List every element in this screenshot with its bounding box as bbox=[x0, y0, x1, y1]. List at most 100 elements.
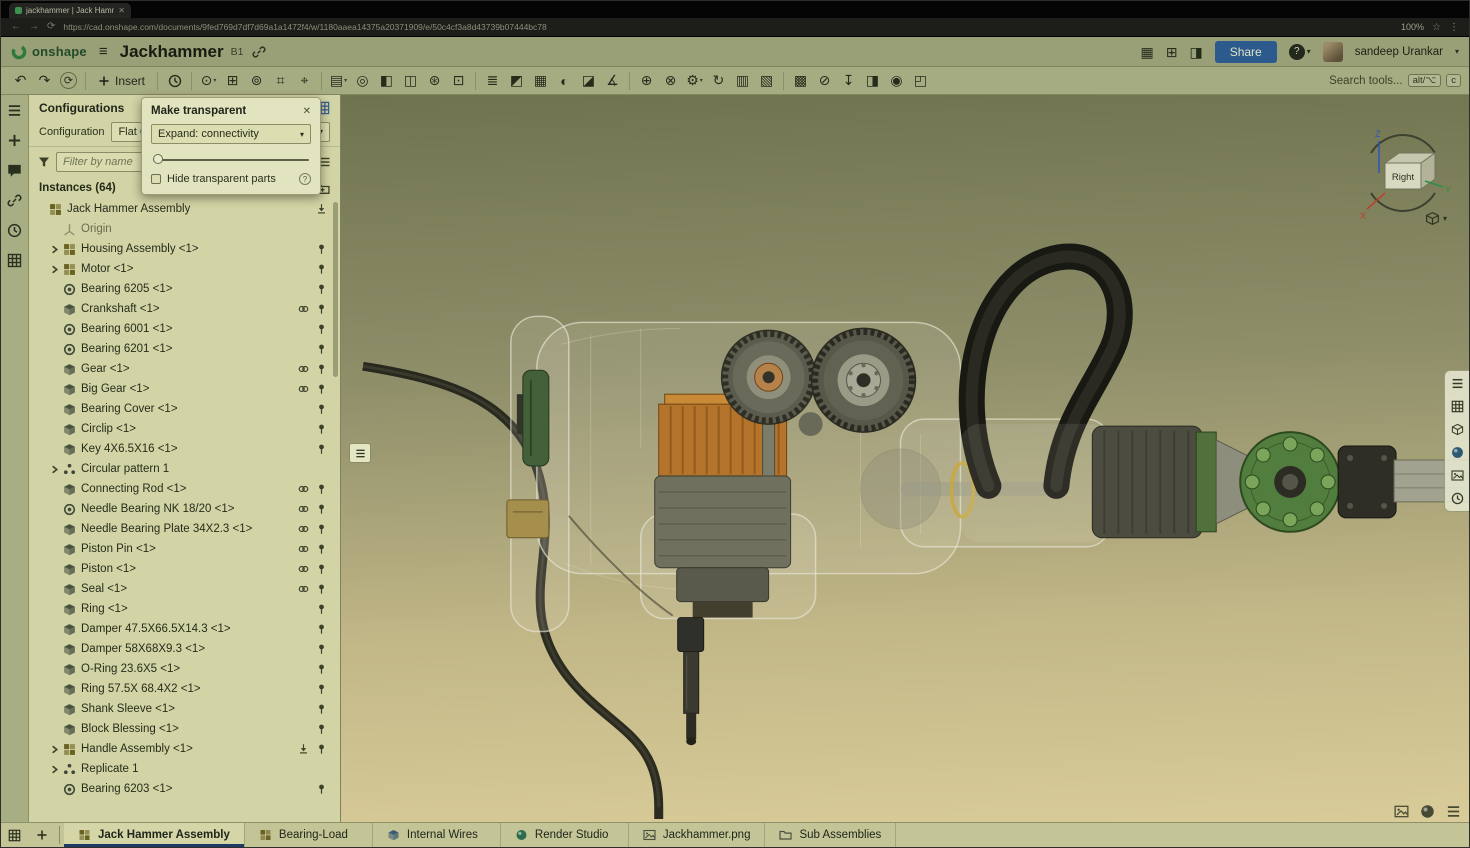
replicate-icon[interactable]: ◫ bbox=[399, 70, 422, 92]
url-field[interactable]: https://cad.onshape.com/documents/9fed76… bbox=[63, 22, 1393, 32]
close-icon[interactable]: ✕ bbox=[303, 106, 311, 117]
onshape-logo[interactable]: onshape bbox=[11, 44, 87, 60]
comments-icon[interactable] bbox=[7, 163, 22, 178]
hole-icon[interactable]: ⊘ bbox=[813, 70, 836, 92]
circular-pattern-icon[interactable]: ◎ bbox=[351, 70, 374, 92]
instance-row[interactable]: Piston <1> bbox=[29, 559, 340, 579]
instance-row[interactable]: Housing Assembly <1> bbox=[29, 239, 340, 259]
doc-tab-bearing-load[interactable]: Bearing-Load bbox=[245, 823, 373, 847]
labels-icon[interactable]: ◨ bbox=[1189, 45, 1202, 59]
features-icon[interactable] bbox=[7, 133, 22, 148]
display-states-icon[interactable]: ◩ bbox=[505, 70, 528, 92]
interference-icon[interactable]: ⊗ bbox=[659, 70, 682, 92]
search-tools[interactable]: Search tools... alt/⌥ c bbox=[1329, 74, 1461, 87]
expand-mode-select[interactable]: Expand: connectivity ▾ bbox=[151, 124, 311, 144]
expand-chevron-icon[interactable] bbox=[49, 244, 62, 255]
render-quality-icon[interactable] bbox=[1420, 804, 1435, 819]
panel-flyout-button[interactable] bbox=[349, 443, 371, 463]
snapshot-icon[interactable]: ⊡ bbox=[447, 70, 470, 92]
hide-parts-checkbox[interactable] bbox=[151, 174, 161, 184]
linear-pattern-icon[interactable]: ▤▾ bbox=[327, 70, 350, 92]
view-cube[interactable]: Right Z X Y bbox=[1353, 123, 1453, 223]
instance-row[interactable]: Key 4X6.5X16 <1> bbox=[29, 439, 340, 459]
instances-dock-icon[interactable] bbox=[1451, 377, 1464, 390]
instance-row[interactable]: Bearing 6203 <1> bbox=[29, 779, 340, 799]
bookmark-icon[interactable]: ☆ bbox=[1432, 22, 1441, 33]
versions-history-icon[interactable] bbox=[7, 223, 22, 238]
insert-button[interactable]: Insert bbox=[91, 74, 152, 88]
tab-close-icon[interactable]: ✕ bbox=[118, 6, 125, 15]
doc-tab-jackhammer-png[interactable]: Jackhammer.png bbox=[629, 823, 766, 847]
instance-row[interactable]: Connecting Rod <1> bbox=[29, 479, 340, 499]
spotlight-icon[interactable]: ◉ bbox=[885, 70, 908, 92]
appearance-icon[interactable]: ◐ bbox=[553, 70, 576, 92]
instance-row[interactable]: Block Blessing <1> bbox=[29, 719, 340, 739]
mirror-icon[interactable]: ◧ bbox=[375, 70, 398, 92]
help-icon[interactable]: ? bbox=[1289, 44, 1305, 60]
instance-row[interactable]: Needle Bearing Plate 34X2.3 <1> bbox=[29, 519, 340, 539]
expand-chevron-icon[interactable] bbox=[49, 264, 62, 275]
user-avatar[interactable] bbox=[1323, 42, 1343, 62]
expand-chevron-icon[interactable] bbox=[49, 744, 62, 755]
tables-panel-icon[interactable] bbox=[7, 253, 22, 268]
browser-menu-icon[interactable]: ⋮ bbox=[1449, 22, 1459, 33]
explode-icon[interactable]: ⊛ bbox=[423, 70, 446, 92]
version-badge[interactable]: B1 bbox=[231, 46, 244, 58]
forward-icon[interactable]: → bbox=[29, 22, 39, 32]
bom-table-icon[interactable]: ▦ bbox=[529, 70, 552, 92]
linked-documents-icon[interactable] bbox=[7, 193, 22, 208]
instance-row[interactable]: Damper 58X68X9.3 <1> bbox=[29, 639, 340, 659]
redo-button[interactable]: ↷ bbox=[33, 70, 56, 92]
sync-button[interactable]: ⟳ bbox=[57, 70, 80, 92]
instance-row[interactable]: Big Gear <1> bbox=[29, 379, 340, 399]
user-caret-icon[interactable]: ▾ bbox=[1455, 47, 1459, 56]
screenshot-icon[interactable] bbox=[1394, 804, 1409, 819]
snap-mode-icon[interactable]: ⌗ bbox=[269, 70, 292, 92]
share-button[interactable]: Share bbox=[1215, 41, 1277, 63]
motion-icon[interactable]: ↻ bbox=[707, 70, 730, 92]
instance-row[interactable]: Bearing Cover <1> bbox=[29, 399, 340, 419]
relations-icon[interactable]: ⊚ bbox=[245, 70, 268, 92]
expand-chevron-icon[interactable] bbox=[49, 464, 62, 475]
doc-tab-internal-wires[interactable]: Internal Wires bbox=[373, 823, 501, 847]
mate-icon[interactable]: ⊙▾ bbox=[197, 70, 220, 92]
expand-chevron-icon[interactable] bbox=[49, 764, 62, 775]
instance-row[interactable]: Crankshaft <1> bbox=[29, 299, 340, 319]
instance-row[interactable]: Damper 47.5X66.5X14.3 <1> bbox=[29, 619, 340, 639]
instance-row[interactable]: Shank Sleeve <1> bbox=[29, 699, 340, 719]
bom-dock-icon[interactable] bbox=[1451, 400, 1464, 413]
instance-row[interactable]: Replicate 1 bbox=[29, 759, 340, 779]
group-icon[interactable]: ⊞ bbox=[221, 70, 244, 92]
instance-row[interactable]: O-Ring 23.6X5 <1> bbox=[29, 659, 340, 679]
instance-row[interactable]: Piston Pin <1> bbox=[29, 539, 340, 559]
view-dock-icon[interactable] bbox=[1451, 423, 1464, 436]
instance-row[interactable]: Origin bbox=[29, 219, 340, 239]
document-menu-icon[interactable]: ≡ bbox=[96, 43, 111, 60]
snapshot-dock-icon[interactable] bbox=[1451, 469, 1464, 482]
instance-row[interactable]: Handle Assembly <1> bbox=[29, 739, 340, 759]
instances-panel-icon[interactable] bbox=[7, 103, 22, 118]
instance-row[interactable]: Ring <1> bbox=[29, 599, 340, 619]
browser-tab[interactable]: jackhammer | Jack Hammer As... ✕ bbox=[9, 3, 131, 18]
frames-icon[interactable]: ▥ bbox=[731, 70, 754, 92]
sheet-metal-icon[interactable]: ▧ bbox=[755, 70, 778, 92]
tab-manager-icon[interactable] bbox=[1, 823, 28, 847]
instance-row[interactable]: Circlip <1> bbox=[29, 419, 340, 439]
gear-icon[interactable]: ⚙▾ bbox=[683, 70, 706, 92]
instance-row[interactable]: Seal <1> bbox=[29, 579, 340, 599]
doc-tab-jack-hammer-assembly[interactable]: Jack Hammer Assembly bbox=[64, 823, 245, 847]
help-menu[interactable]: ? ▾ bbox=[1289, 44, 1311, 60]
copy-link-icon[interactable] bbox=[252, 45, 266, 59]
instance-row[interactable]: Jack Hammer Assembly bbox=[29, 199, 340, 219]
mate-connector-icon[interactable]: ⌖ bbox=[293, 70, 316, 92]
dialog-help-icon[interactable]: ? bbox=[299, 173, 311, 185]
appearance-dock-icon[interactable] bbox=[1451, 446, 1464, 459]
tag-icon[interactable]: ◨ bbox=[861, 70, 884, 92]
undo-button[interactable]: ↶ bbox=[9, 70, 32, 92]
section-view-icon[interactable]: ◪ bbox=[577, 70, 600, 92]
instance-row[interactable]: Bearing 6205 <1> bbox=[29, 279, 340, 299]
instance-row[interactable]: Gear <1> bbox=[29, 359, 340, 379]
history-icon[interactable] bbox=[163, 70, 186, 92]
apps-icon[interactable]: ⊞ bbox=[1166, 45, 1178, 59]
export-icon[interactable]: ↧ bbox=[837, 70, 860, 92]
